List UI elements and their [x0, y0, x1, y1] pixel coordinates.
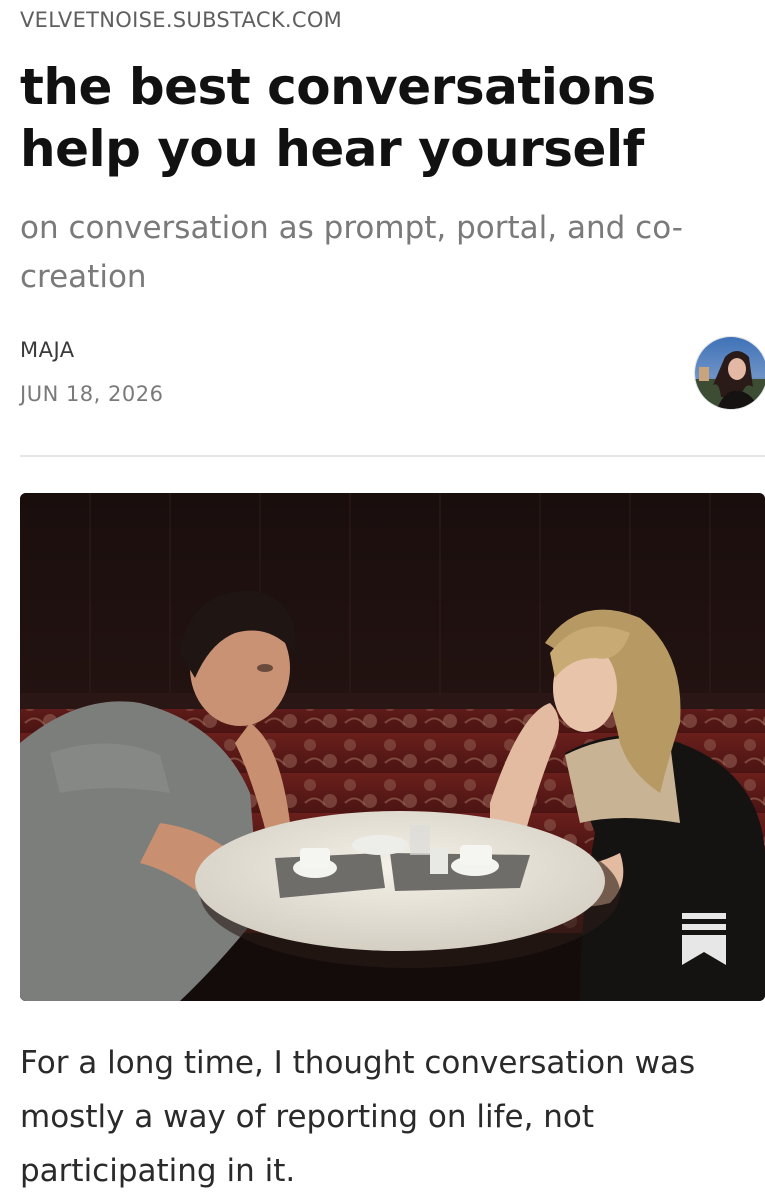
author-avatar[interactable]	[694, 336, 765, 410]
author-name[interactable]: MAJA	[20, 338, 75, 362]
post-subtitle: on conversation as prompt, portal, and c…	[20, 210, 683, 295]
cafe-scene-illustration	[20, 493, 765, 1001]
bookmark-icon[interactable]	[679, 911, 729, 967]
post-body-paragraph: For a long time, I thought conversation …	[20, 1045, 696, 1189]
bookmark-glyph	[682, 913, 726, 965]
publication-domain[interactable]: VELVETNOISE.SUBSTACK.COM	[20, 8, 342, 32]
hero-image	[20, 493, 765, 1001]
avatar-image	[695, 337, 765, 409]
post-title: the best conversations help you hear you…	[20, 58, 656, 178]
post-date: JUN 18, 2026	[20, 382, 164, 406]
header-divider	[20, 455, 765, 457]
